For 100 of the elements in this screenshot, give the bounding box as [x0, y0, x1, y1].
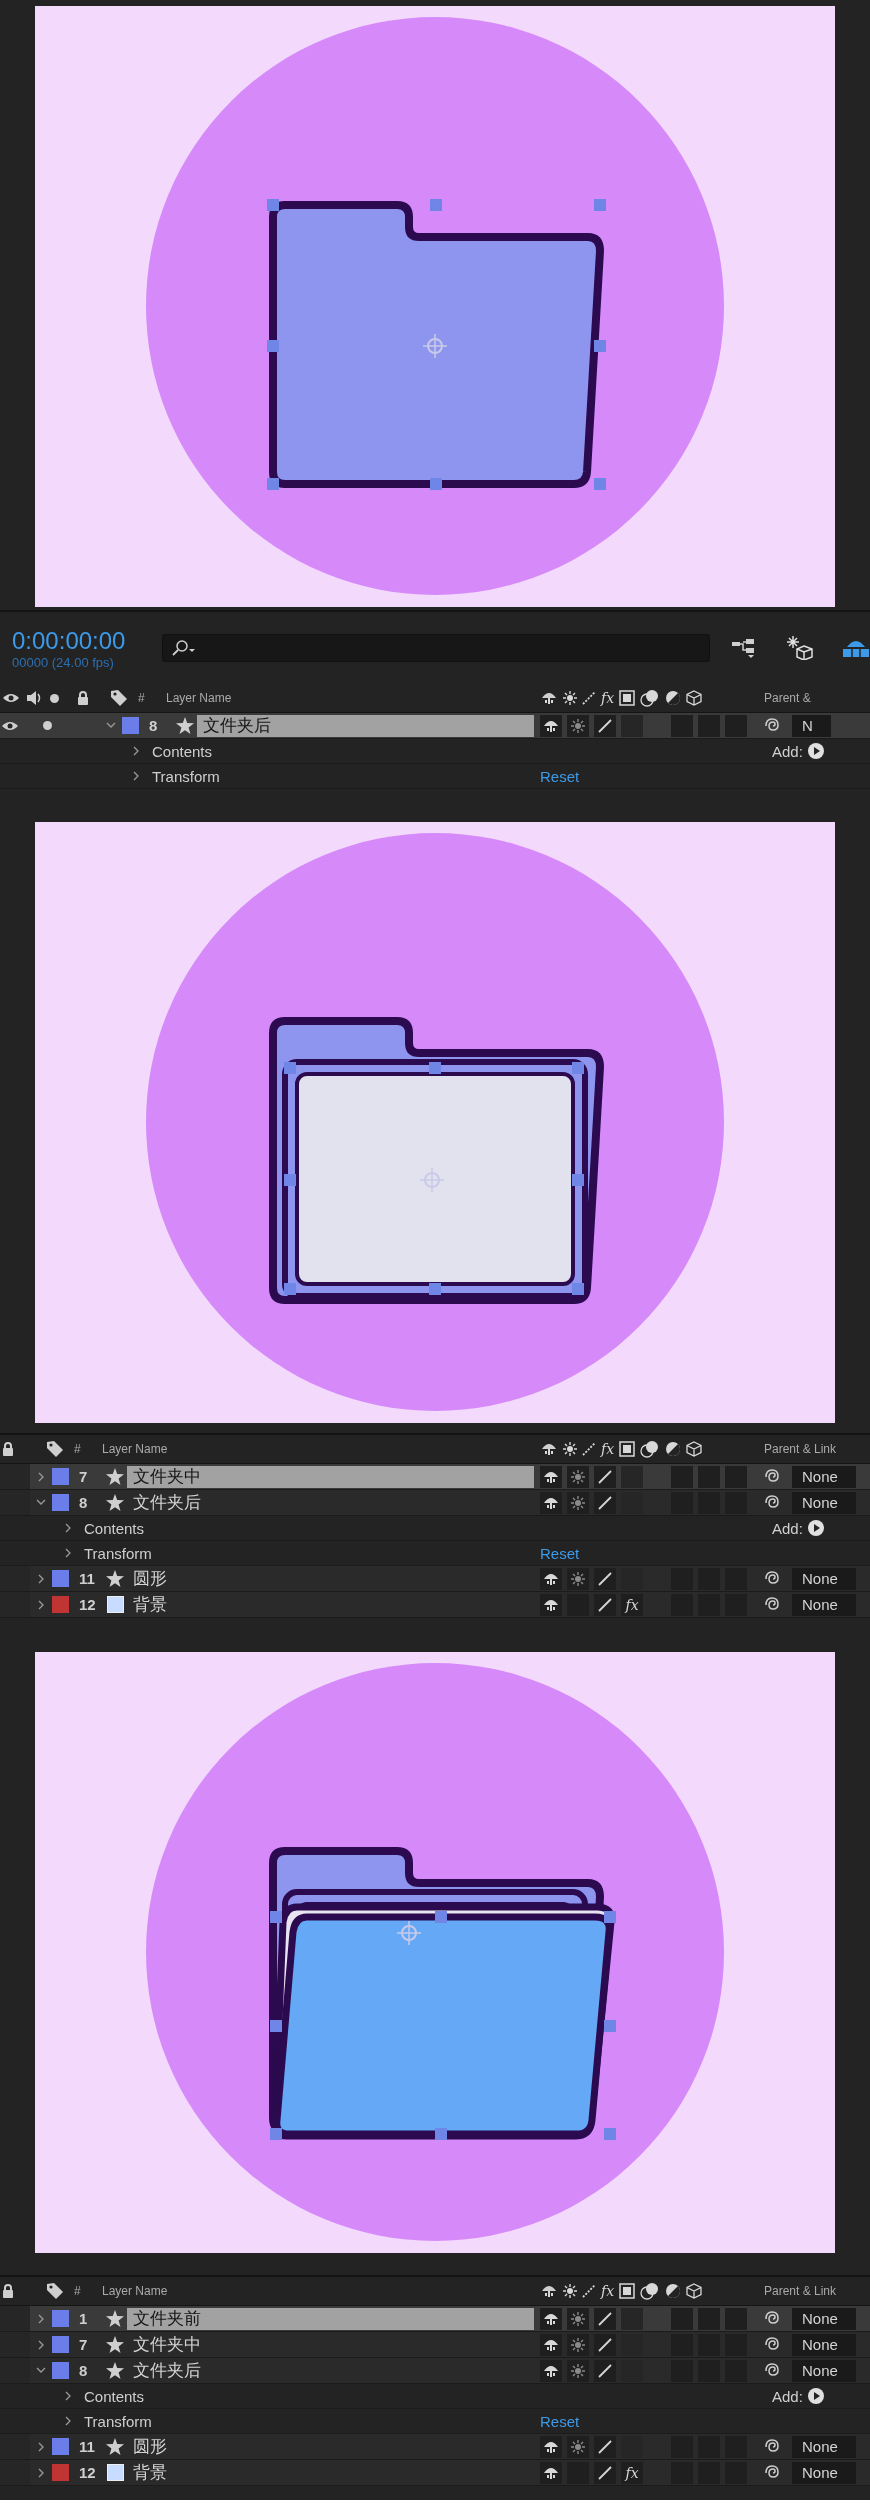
lock-cell[interactable]	[0, 2332, 30, 2357]
adjustment-layer-icon[interactable]	[665, 1441, 682, 1457]
parent-dropdown[interactable]: None	[792, 2333, 856, 2356]
chevron-right-icon[interactable]	[65, 2391, 72, 2401]
parent-dropdown[interactable]: None	[792, 2461, 856, 2484]
label-color-swatch[interactable]	[52, 2464, 69, 2481]
switch-cell[interactable]	[671, 714, 693, 737]
folder-drawing[interactable]	[269, 1847, 615, 2140]
cube-icon[interactable]	[686, 2283, 703, 2299]
anchor-point-icon[interactable]	[396, 1920, 422, 1946]
switch-cell[interactable]	[671, 2307, 693, 2330]
parent-dropdown[interactable]: None	[792, 2359, 856, 2382]
label-color-swatch[interactable]	[52, 1570, 69, 1587]
switch-cell[interactable]	[725, 1465, 747, 1488]
motion-blur-icon[interactable]	[640, 1440, 661, 1458]
film-icon[interactable]	[619, 2283, 636, 2299]
property-name[interactable]: Contents	[84, 2387, 540, 2405]
switch-cell[interactable]	[698, 2307, 720, 2330]
solo-dot-icon[interactable]	[43, 721, 52, 730]
shy-icon[interactable]	[540, 2284, 558, 2298]
parent-dropdown[interactable]: None	[792, 1465, 856, 1488]
label-color-swatch[interactable]	[52, 2438, 69, 2455]
layer-name[interactable]: 背景	[127, 1593, 534, 1616]
parent-dropdown[interactable]: None	[792, 1593, 856, 1616]
speaker-icon[interactable]	[26, 690, 42, 706]
cube-icon[interactable]	[686, 690, 703, 706]
motion-blur-icon[interactable]	[640, 2282, 661, 2300]
parent-dropdown[interactable]: None	[792, 1567, 856, 1590]
property-name[interactable]: Contents	[152, 742, 540, 760]
switch-cell[interactable]	[725, 2307, 747, 2330]
layer-name-column-header[interactable]: Layer Name	[166, 691, 540, 705]
quality-slash-icon[interactable]	[582, 2284, 596, 2298]
layer-name[interactable]: 文件夹后	[127, 2359, 534, 2382]
chevron-right-icon[interactable]	[133, 771, 140, 781]
sparkle-cube-icon[interactable]	[786, 636, 814, 660]
property-name[interactable]: Transform	[152, 767, 540, 785]
eye-icon[interactable]	[1, 719, 19, 732]
label-tag-icon[interactable]	[110, 689, 128, 707]
chevron-right-icon[interactable]	[37, 2467, 45, 2478]
property-name[interactable]: Contents	[84, 1519, 540, 1537]
chevron-down-icon[interactable]	[36, 1499, 46, 1506]
add-menu-button[interactable]: Add:	[772, 1519, 824, 1537]
fx-text[interactable]: fx	[621, 1593, 643, 1616]
reset-link[interactable]: Reset	[540, 1544, 580, 1562]
label-color-swatch[interactable]	[52, 1596, 69, 1613]
layer-name-column-header[interactable]: Layer Name	[102, 1442, 540, 1456]
layer-name[interactable]: 圆形	[127, 1567, 534, 1590]
search-field[interactable]	[161, 634, 710, 662]
chevron-right-icon[interactable]	[37, 1471, 45, 1482]
parent-column-header[interactable]: Parent & Link	[764, 1442, 837, 1456]
film-icon[interactable]	[619, 1441, 636, 1457]
current-time[interactable]: 0:00:00:00	[12, 626, 160, 655]
label-color-swatch[interactable]	[52, 2336, 69, 2353]
label-color-swatch[interactable]	[52, 2362, 69, 2379]
lock-cell[interactable]	[0, 1490, 30, 1515]
lock-icon[interactable]	[2, 1442, 14, 1456]
layer-name[interactable]: 文件夹前	[127, 2307, 534, 2330]
parent-column-header[interactable]: Parent &	[764, 691, 811, 705]
folder-drawing[interactable]	[269, 1017, 604, 1304]
chevron-down-icon[interactable]	[36, 2367, 46, 2374]
reset-link[interactable]: Reset	[540, 767, 580, 785]
switch-cell[interactable]	[621, 2307, 643, 2330]
shy-icon[interactable]	[540, 691, 558, 705]
label-color-swatch[interactable]	[52, 1494, 69, 1511]
switch-cell[interactable]	[698, 1465, 720, 1488]
switch-cell[interactable]	[621, 714, 643, 737]
switch-cell[interactable]	[698, 714, 720, 737]
layer-name[interactable]: 文件夹中	[127, 2333, 534, 2356]
switch-cell[interactable]	[671, 1465, 693, 1488]
film-icon[interactable]	[619, 690, 636, 706]
cube-icon[interactable]	[686, 1441, 703, 1457]
selection-handles[interactable]	[284, 1062, 584, 1295]
shy-icon[interactable]	[540, 1442, 558, 1456]
property-name[interactable]: Transform	[84, 2412, 540, 2430]
lock-cell[interactable]	[0, 1464, 30, 1489]
eye-icon[interactable]	[2, 692, 20, 704]
selection-handles[interactable]	[270, 1911, 616, 2140]
quality-slash-icon[interactable]	[582, 691, 596, 705]
reset-link[interactable]: Reset	[540, 2412, 580, 2430]
add-menu-button[interactable]: Add:	[772, 2387, 824, 2405]
label-color-swatch[interactable]	[52, 2310, 69, 2327]
switch-cell[interactable]	[621, 1465, 643, 1488]
layer-name[interactable]: 文件夹后	[197, 714, 534, 737]
quality-slash-icon[interactable]	[582, 1442, 596, 1456]
parent-dropdown[interactable]: N	[792, 714, 831, 737]
layer-name[interactable]: 文件夹中	[127, 1465, 534, 1488]
chevron-right-icon[interactable]	[65, 1523, 72, 1533]
layer-name-column-header[interactable]: Layer Name	[102, 2284, 540, 2298]
parent-dropdown[interactable]: None	[792, 2435, 856, 2458]
fx-text[interactable]: fx	[621, 2461, 643, 2484]
chevron-right-icon[interactable]	[37, 1599, 45, 1610]
chevron-right-icon[interactable]	[65, 1548, 72, 1558]
solo-dot-icon[interactable]	[50, 693, 59, 703]
chevron-right-icon[interactable]	[37, 2441, 45, 2452]
chevron-right-icon[interactable]	[37, 1573, 45, 1584]
motion-blur-icon[interactable]	[640, 689, 661, 707]
chevron-down-icon[interactable]	[106, 722, 116, 729]
adjustment-layer-icon[interactable]	[665, 690, 682, 706]
label-tag-icon[interactable]	[46, 2282, 64, 2300]
layer-name[interactable]: 圆形	[127, 2435, 534, 2458]
